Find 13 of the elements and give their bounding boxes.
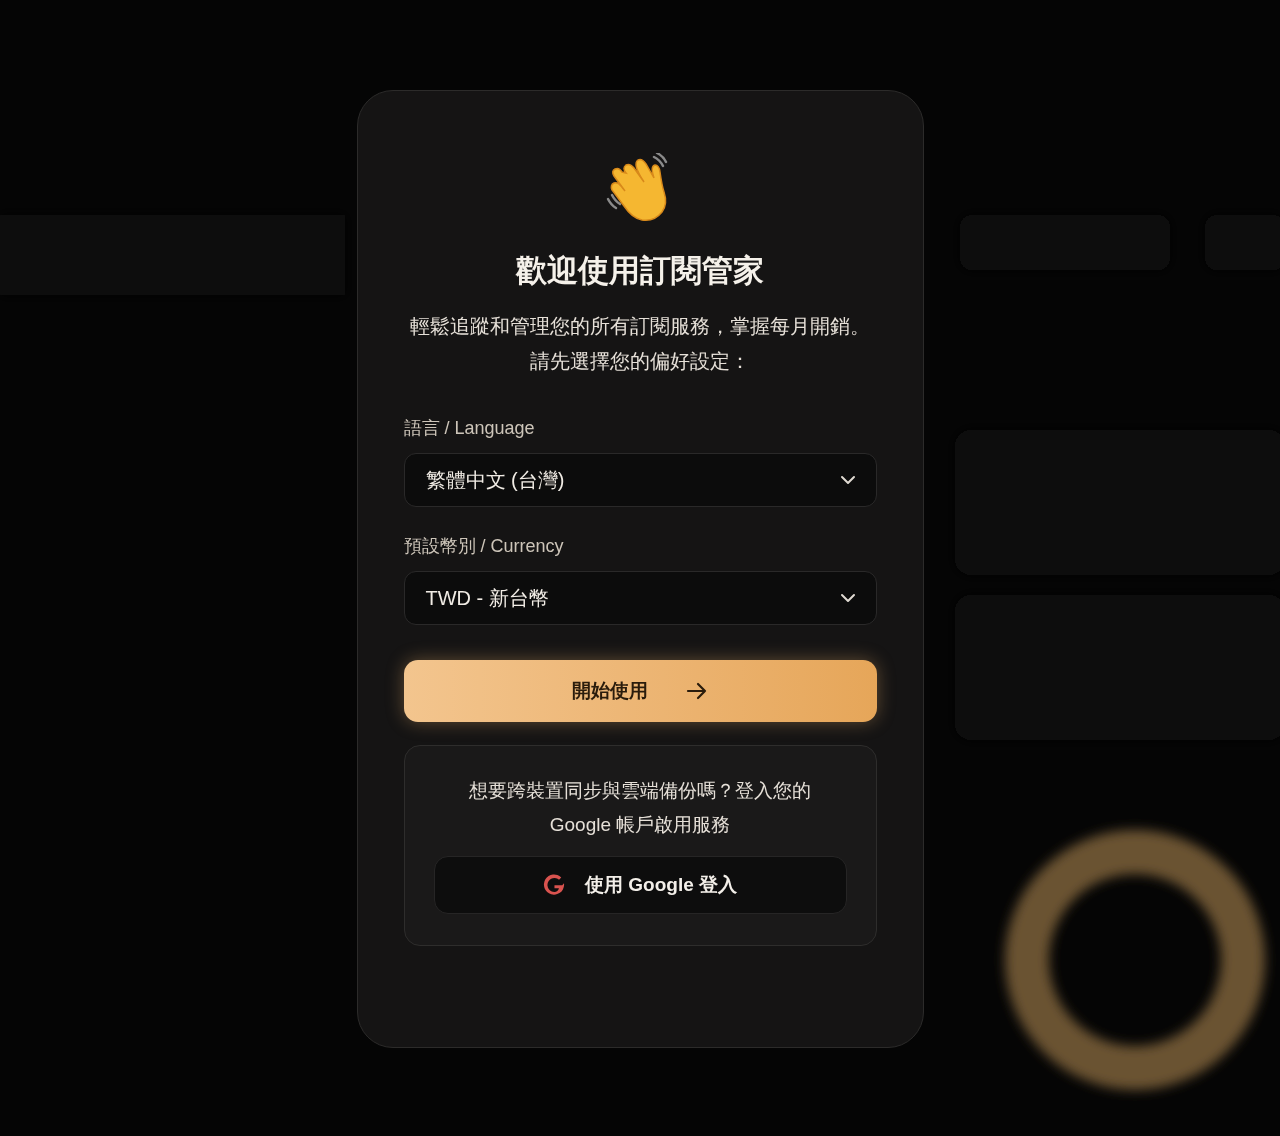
google-sign-in-button[interactable]: 使用 Google 登入 (433, 856, 847, 914)
google-g-icon (543, 874, 565, 896)
start-button[interactable]: 開始使用 (403, 660, 877, 722)
dialog-description: 輕鬆追蹤和管理您的所有訂閱服務，掌握每月開銷。請先選擇您的偏好設定： (409, 314, 871, 374)
dialog-title: 歡迎使用訂閱管家 (514, 252, 765, 290)
chevron-down-icon (839, 475, 856, 485)
select-field[interactable]: TWD - 新台幣 (403, 571, 877, 625)
chevron-down-icon (839, 593, 856, 603)
arrow-right-icon (686, 681, 708, 701)
field-label: 語言 / Language (403, 417, 536, 440)
select-field[interactable]: 繁體中文 (台灣) (403, 453, 877, 507)
field-label: 預設幣別 / Currency (403, 535, 565, 558)
sync-text: 想要跨裝置同步與雲端備份嗎？登入您的 Google 帳戶啟用服務 (468, 779, 812, 837)
